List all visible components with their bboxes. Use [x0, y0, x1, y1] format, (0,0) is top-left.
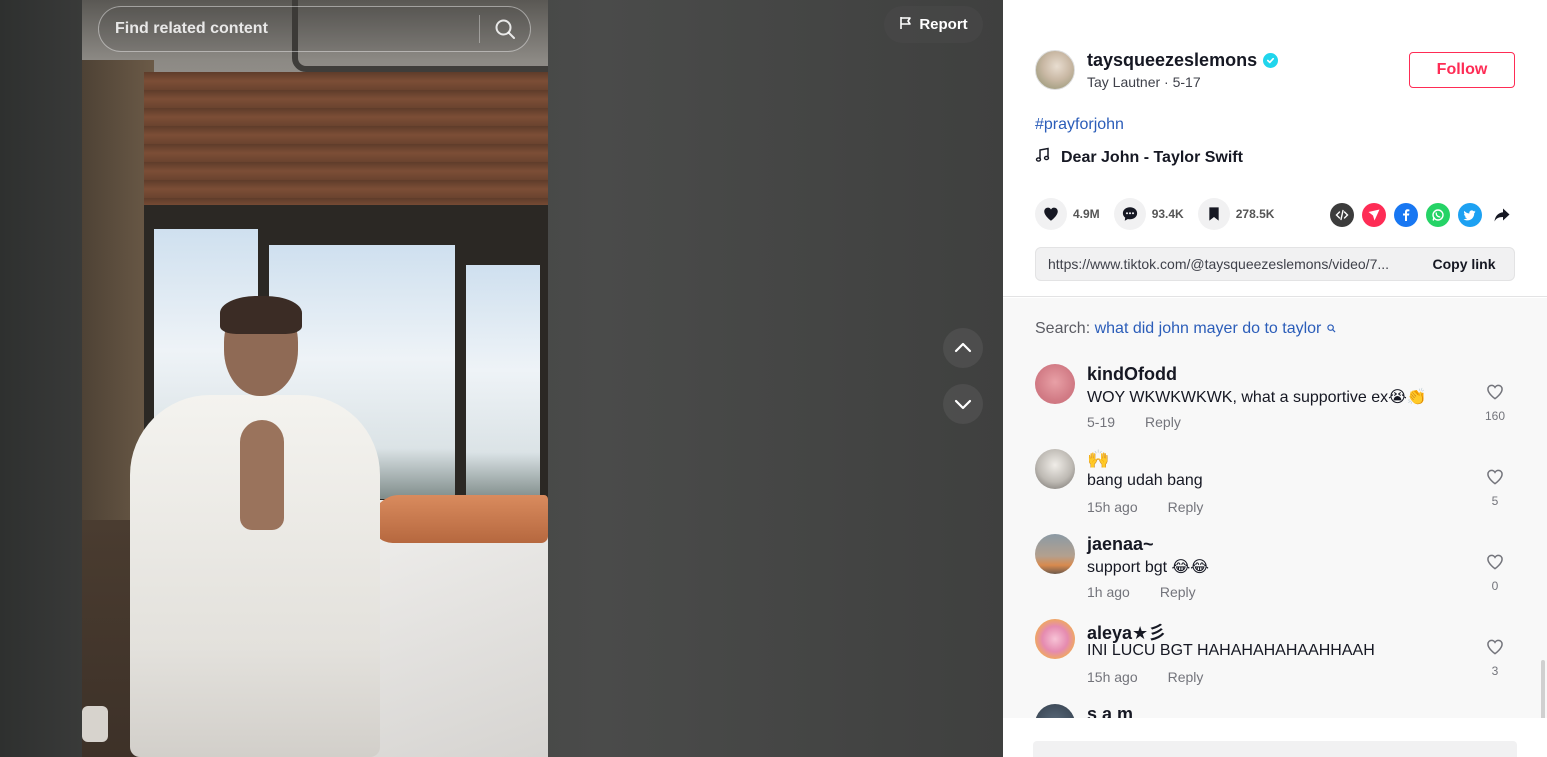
comment-icon[interactable]: [1113, 198, 1146, 230]
video-link-url[interactable]: https://www.tiktok.com/@taysqueezeslemon…: [1036, 256, 1414, 272]
heart-icon[interactable]: [1035, 198, 1067, 230]
comment-text: support bgt 😂😂: [1087, 559, 1209, 576]
comments-scrollbar[interactable]: [1541, 660, 1545, 718]
comment-time: 1h ago: [1087, 584, 1130, 600]
video-player[interactable]: [82, 0, 548, 757]
comment-text: WOY WKWKWKWK, what a supportive ex😭👏: [1087, 389, 1427, 406]
comment-like-count: 160: [1484, 409, 1506, 423]
video-stage: Find related content Report: [0, 0, 1003, 757]
comment-meta: 5-19 Reply: [1087, 414, 1181, 430]
comment-text: INI LUCU BGT HAHAHAHAHAAHHAAH: [1087, 642, 1375, 659]
search-suggestion[interactable]: Search: what did john mayer do to taylor: [1035, 320, 1336, 338]
music-note-icon: [1035, 147, 1051, 168]
send-to-friends-icon[interactable]: [1362, 203, 1386, 227]
copy-link-button[interactable]: Copy link: [1414, 248, 1514, 280]
comment-text: bang udah bang: [1087, 472, 1203, 489]
chevron-down-icon: [954, 399, 972, 410]
avatar[interactable]: [1035, 449, 1075, 489]
reply-button[interactable]: Reply: [1168, 499, 1204, 515]
avatar[interactable]: [1035, 534, 1075, 574]
video-sneaker: [82, 706, 108, 742]
follow-button[interactable]: Follow: [1409, 52, 1515, 88]
comment-username[interactable]: s a m: [1087, 704, 1133, 718]
comment-count: 93.4K: [1151, 207, 1184, 221]
comment-stat[interactable]: 93.4K: [1113, 198, 1184, 230]
search-input[interactable]: Find related content: [99, 20, 479, 38]
search-icon: [1327, 320, 1336, 338]
heart-outline-icon: [1487, 554, 1503, 570]
comments-list[interactable]: Search: what did john mayer do to taylor…: [1003, 298, 1547, 718]
comment-item: jaenaa~ support bgt 😂😂 1h ago Reply 0: [1035, 534, 1515, 614]
comment-meta: 15h ago Reply: [1087, 669, 1203, 685]
reply-button[interactable]: Reply: [1160, 584, 1196, 600]
video-towel: [372, 495, 548, 543]
comment-meta: 1h ago Reply: [1087, 584, 1196, 600]
video-person-hair: [220, 296, 302, 334]
search-suggestion-prefix: Search:: [1035, 320, 1091, 337]
comment-like[interactable]: 0: [1483, 552, 1507, 593]
music-title: Dear John - Taylor Swift: [1061, 148, 1243, 166]
heart-outline-icon: [1487, 384, 1503, 400]
reply-button[interactable]: Reply: [1145, 414, 1181, 430]
comment-time: 5-19: [1087, 414, 1116, 430]
side-panel: taysqueezeslemons Tay Lautner · 5-17 Fol…: [1003, 0, 1547, 757]
chevron-up-icon: [954, 342, 972, 353]
comment-item: kindOfodd WOY WKWKWKWK, what a supportiv…: [1035, 364, 1515, 444]
heart-outline-icon: [1487, 639, 1503, 655]
next-video-button[interactable]: [943, 384, 983, 424]
related-content-search[interactable]: Find related content: [98, 6, 531, 52]
search-suggestion-term[interactable]: what did john mayer do to taylor: [1095, 320, 1322, 337]
author-display-name-date: Tay Lautner · 5-17: [1087, 74, 1201, 90]
bookmark-icon[interactable]: [1197, 198, 1230, 230]
engagement-stats: 4.9M 93.4K 278.5K: [1035, 198, 1288, 230]
comment-like-count: 0: [1491, 579, 1499, 593]
video-window-pane: [466, 265, 540, 499]
post-info: taysqueezeslemons Tay Lautner · 5-17 Fol…: [1003, 0, 1547, 297]
avatar[interactable]: [1035, 704, 1075, 718]
comment-input[interactable]: [1033, 741, 1517, 757]
embed-icon[interactable]: [1330, 203, 1354, 227]
comment-item: s a m: [1035, 704, 1515, 718]
video-person-hands: [240, 420, 284, 530]
comment-like-count: 3: [1491, 664, 1499, 678]
author-name-row: taysqueezeslemons: [1087, 50, 1279, 71]
reply-button[interactable]: Reply: [1168, 669, 1204, 685]
author-avatar[interactable]: [1035, 50, 1075, 90]
whatsapp-icon[interactable]: [1426, 203, 1450, 227]
like-count: 4.9M: [1073, 207, 1100, 221]
comment-meta: 15h ago Reply: [1087, 499, 1203, 515]
author-username[interactable]: taysqueezeslemons: [1087, 50, 1257, 71]
comment-time: 15h ago: [1087, 669, 1138, 685]
comment-username[interactable]: kindOfodd: [1087, 364, 1177, 385]
comment-like-count: 5: [1491, 494, 1499, 508]
search-icon[interactable]: [480, 7, 530, 51]
facebook-icon[interactable]: [1394, 203, 1418, 227]
comment-like[interactable]: 5: [1483, 467, 1507, 508]
save-stat[interactable]: 278.5K: [1197, 198, 1275, 230]
verified-badge-icon: [1263, 53, 1279, 68]
music-link[interactable]: Dear John - Taylor Swift: [1035, 147, 1243, 168]
comment-item: 🙌 bang udah bang 15h ago Reply 5: [1035, 449, 1515, 529]
comment-item: aleya★彡 INI LUCU BGT HAHAHAHAHAAHHAAH 15…: [1035, 619, 1515, 699]
share-icons: [1330, 203, 1514, 227]
save-count: 278.5K: [1235, 207, 1275, 221]
video-link-box: https://www.tiktok.com/@taysqueezeslemon…: [1035, 247, 1515, 281]
previous-video-button[interactable]: [943, 328, 983, 368]
report-button[interactable]: Report: [884, 6, 983, 43]
comment-like[interactable]: 3: [1483, 637, 1507, 678]
like-stat[interactable]: 4.9M: [1035, 198, 1100, 230]
flag-icon: [899, 16, 913, 34]
comment-like[interactable]: 160: [1483, 382, 1507, 423]
report-label: Report: [919, 16, 968, 33]
avatar[interactable]: [1035, 364, 1075, 404]
hashtag-link[interactable]: #prayforjohn: [1035, 116, 1124, 134]
avatar[interactable]: [1035, 619, 1075, 659]
comment-time: 15h ago: [1087, 499, 1138, 515]
comment-username[interactable]: jaenaa~: [1087, 534, 1154, 555]
heart-outline-icon: [1487, 469, 1503, 485]
twitter-icon[interactable]: [1458, 203, 1482, 227]
share-arrow-icon[interactable]: [1490, 203, 1514, 227]
comment-username[interactable]: 🙌: [1087, 449, 1109, 470]
